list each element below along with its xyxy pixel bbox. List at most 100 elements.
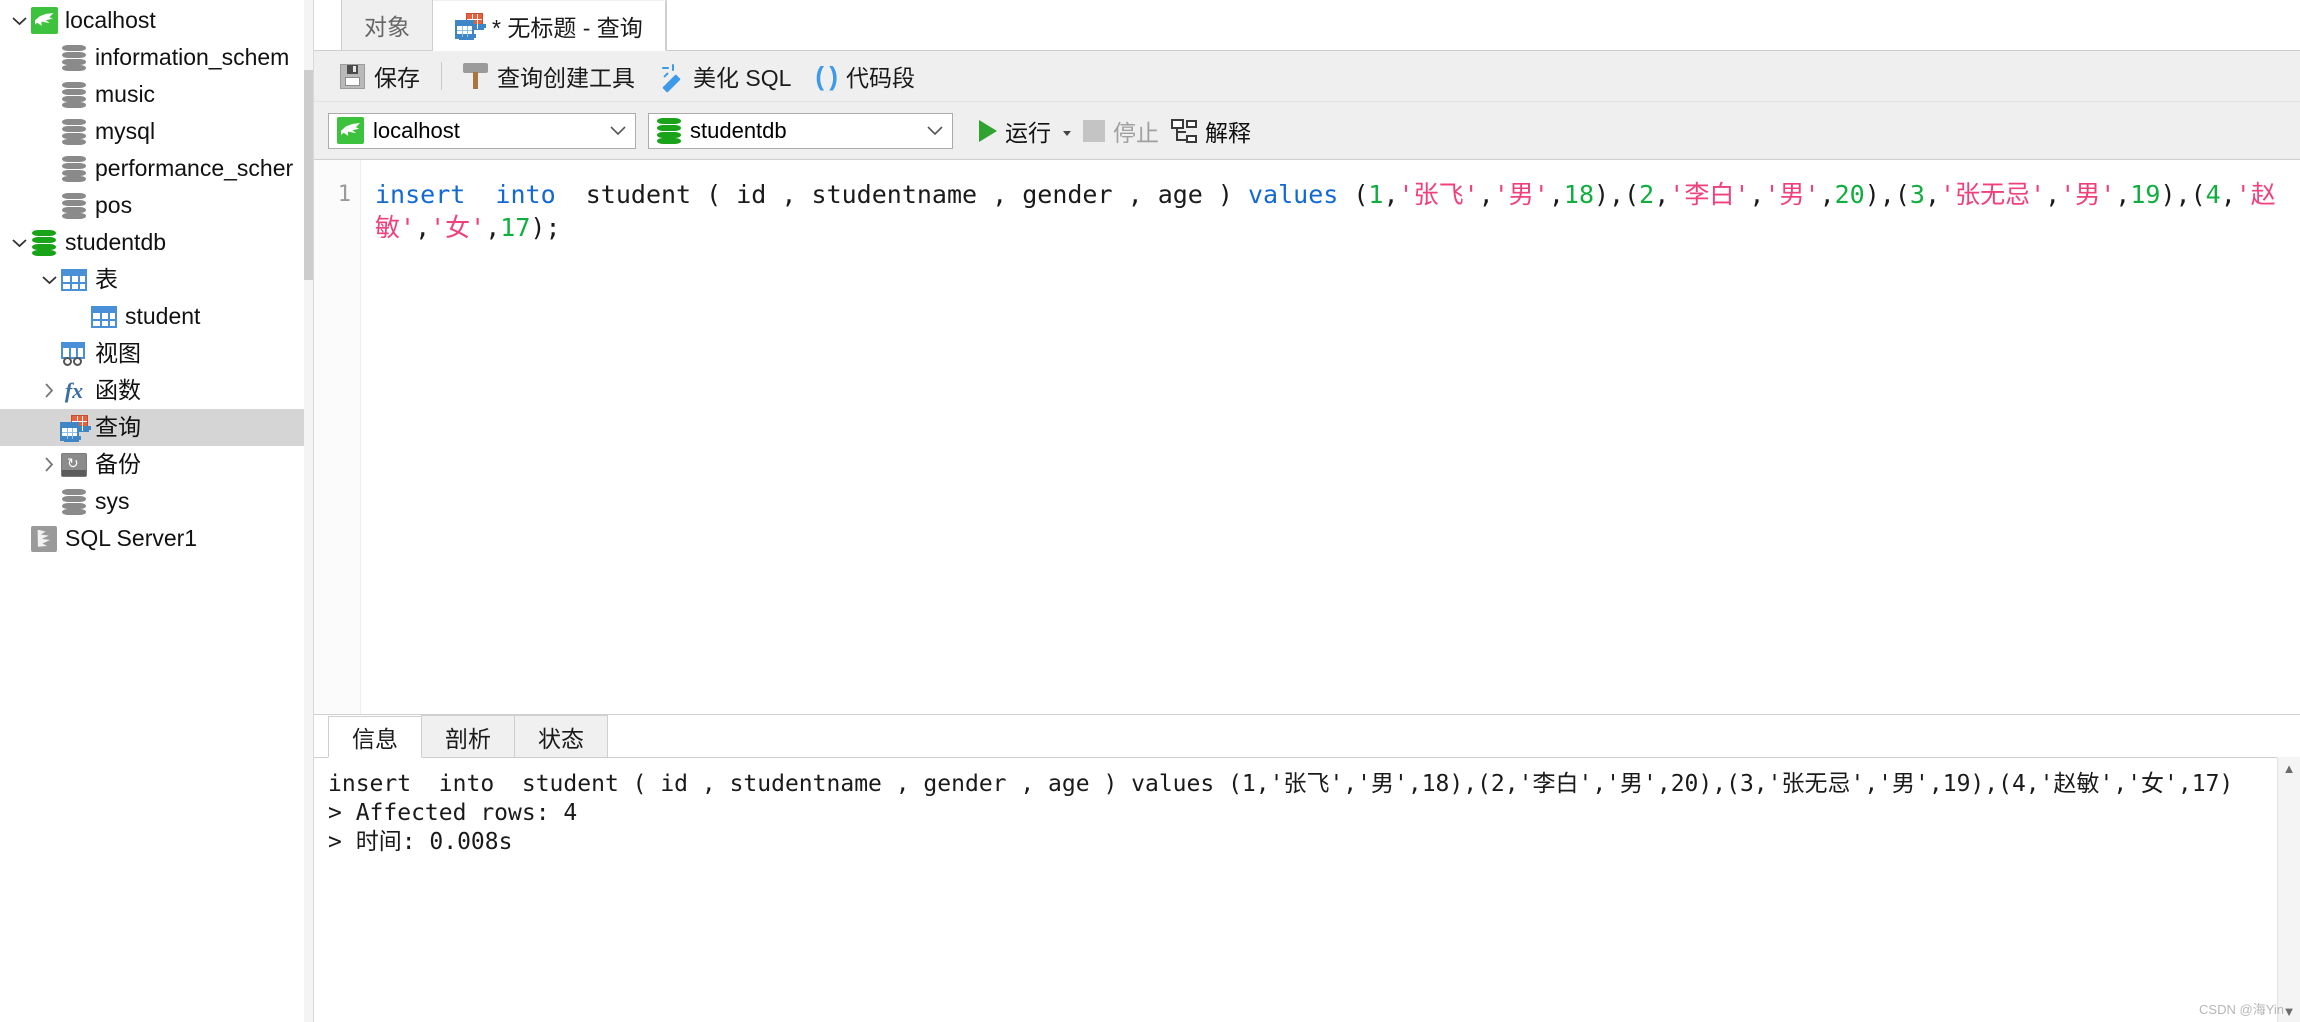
save-button[interactable]: 保存	[328, 55, 432, 97]
sql-token: '李白'	[1669, 180, 1750, 209]
sql-token: ,	[1478, 180, 1494, 209]
tree-item-label: 备份	[95, 451, 141, 477]
tree-item-label: 函数	[95, 377, 141, 403]
stop-square-icon	[1083, 119, 1105, 142]
sql-token: ,	[1819, 180, 1835, 209]
tree-item--[interactable]: 视图	[0, 335, 313, 372]
chevron-down-icon[interactable]	[8, 238, 30, 248]
results-tab-2[interactable]: 状态	[514, 715, 608, 757]
tree-item-student[interactable]: student	[0, 298, 313, 335]
tree-item-label: performance_scher	[95, 155, 294, 181]
sql-token: 18	[1563, 180, 1594, 209]
tab-query[interactable]: * 无标题 - 查询	[433, 1, 666, 51]
magic-wand-icon	[659, 63, 684, 93]
results-tab-label: 状态	[538, 725, 584, 752]
tree-item-label: mysql	[95, 118, 156, 144]
chevron-right-icon[interactable]	[38, 457, 60, 472]
explain-plan-icon	[1171, 118, 1197, 143]
sql-token: 2	[1639, 180, 1655, 209]
sql-token: '张无忌'	[1940, 180, 2046, 209]
database-icon-gray	[60, 488, 88, 516]
toolbar-separator	[441, 62, 442, 90]
tree-item-label: localhost	[65, 7, 156, 33]
tree-item-label: 查询	[95, 414, 141, 440]
sql-token: values	[1248, 180, 1339, 209]
chevron-right-icon[interactable]	[38, 383, 60, 398]
tree-item--[interactable]: 表	[0, 261, 313, 298]
app-window: localhost information_schemmusic mysql perf…	[0, 0, 2300, 1022]
sql-token: (	[1338, 180, 1369, 209]
beautify-sql-label: 美化 SQL	[693, 65, 792, 91]
beautify-sql-button[interactable]: 美化 SQL	[647, 55, 803, 97]
results-tab-1[interactable]: 剖析	[421, 715, 515, 757]
query-icon	[60, 414, 91, 442]
sql-token: ,	[2045, 180, 2061, 209]
code-snippet-button[interactable]: ( ) 代码段	[803, 55, 927, 97]
explain-button-label: 解释	[1205, 119, 1251, 146]
sqlserver-connection-icon	[30, 525, 58, 553]
results-tab-bar: 信息 剖析 状态	[314, 715, 2300, 758]
tree-item-label: information_schem	[95, 44, 290, 70]
play-icon	[979, 119, 997, 142]
table-grid-icon	[60, 266, 88, 294]
save-floppy-icon	[340, 63, 365, 89]
results-scrollbar[interactable]: ▲ ▼	[2277, 757, 2300, 1022]
mysql-connection-icon	[30, 7, 58, 35]
chevron-down-icon[interactable]	[601, 114, 635, 148]
tree-item-mysql[interactable]: mysql	[0, 113, 313, 150]
tree-item-sql-server1[interactable]: SQL Server1	[0, 520, 313, 557]
tree-item-music[interactable]: music	[0, 76, 313, 113]
tab-bar-filler	[665, 0, 2300, 50]
stop-button-label: 停止	[1113, 119, 1159, 146]
tree-item-label: pos	[95, 192, 133, 218]
tab-query-label: * 无标题 - 查询	[492, 14, 643, 41]
query-builder-button[interactable]: 查询创建工具	[451, 55, 647, 97]
object-tree-sidebar: localhost information_schemmusic mysql perf…	[0, 0, 314, 1022]
database-select[interactable]: studentdb	[648, 112, 953, 149]
tab-bar: 对象 * 无标题 - 查询	[314, 0, 2300, 51]
sql-token: into	[495, 180, 556, 209]
stop-button[interactable]: 停止	[1077, 111, 1165, 151]
tree-item--[interactable]: fx 函数	[0, 372, 313, 409]
mysql-connection-icon	[337, 117, 364, 144]
results-message-output: insert into student ( id , studentname ,…	[328, 771, 2234, 855]
run-button[interactable]: 运行	[973, 111, 1077, 151]
tree-item--[interactable]: 查询	[0, 409, 313, 446]
sql-token: '男'	[1764, 180, 1820, 209]
sql-token: ),(	[1594, 180, 1640, 209]
database-select-value: studentdb	[690, 117, 787, 143]
tab-objects[interactable]: 对象	[342, 0, 433, 50]
tree-item-localhost[interactable]: localhost	[0, 2, 313, 39]
tree-item-performance_scher[interactable]: performance_scher	[0, 150, 313, 187]
editor-line-number-gutter: 1	[314, 160, 361, 714]
explain-button[interactable]: 解释	[1165, 111, 1257, 151]
sidebar-scrollbar-track[interactable]	[304, 0, 313, 1022]
connection-select[interactable]: localhost	[328, 112, 636, 149]
connection-bar: localhost studentdb 运行 停止 解释	[314, 102, 2300, 160]
main-pane: 对象 * 无标题 - 查询 保存 查询创建工具 美化 SQL () 代码段 l…	[314, 0, 2300, 1022]
tree-item-label: 视图	[95, 340, 141, 366]
chevron-down-icon[interactable]	[918, 114, 952, 148]
database-icon-gray	[60, 155, 88, 183]
tree-item-sys[interactable]: sys	[0, 483, 313, 520]
run-controls: 运行 停止 解释	[973, 111, 1257, 151]
database-icon-gray	[60, 44, 88, 72]
tree-item-label: music	[95, 81, 156, 107]
results-tab-0[interactable]: 信息	[328, 716, 422, 758]
sidebar-scrollbar-thumb[interactable]	[304, 70, 313, 280]
run-button-label: 运行	[1005, 119, 1051, 146]
sql-editor[interactable]: 1 insert into student ( id , studentname…	[314, 160, 2300, 715]
results-tab-label: 信息	[352, 726, 398, 752]
sql-token: 20	[1834, 180, 1865, 209]
backup-icon: ↻	[60, 451, 88, 479]
tree-item-information_schem[interactable]: information_schem	[0, 39, 313, 76]
tree-item-pos[interactable]: pos	[0, 187, 313, 224]
sql-editor-text[interactable]: insert into student ( id , studentname ,…	[361, 160, 2300, 714]
query-builder-label: 查询创建工具	[497, 65, 635, 91]
scroll-up-icon[interactable]: ▲	[2278, 757, 2300, 779]
run-dropdown-arrow-icon[interactable]	[1063, 131, 1071, 136]
chevron-down-icon[interactable]	[38, 275, 60, 285]
chevron-down-icon[interactable]	[8, 16, 30, 26]
tree-item--[interactable]: ↻ 备份	[0, 446, 313, 483]
tree-item-studentdb[interactable]: studentdb	[0, 224, 313, 261]
